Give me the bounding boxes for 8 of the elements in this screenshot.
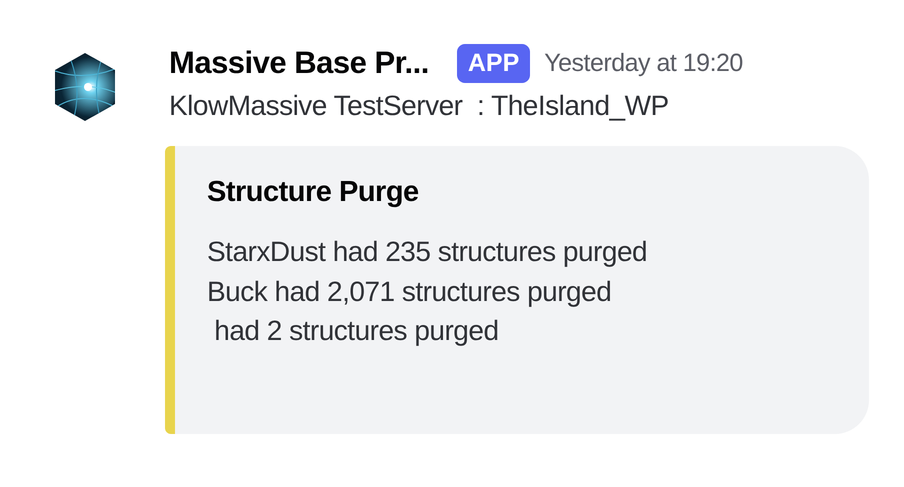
app-badge: APP — [456, 44, 530, 82]
message-text: KlowMassive TestServer : TheIsland_WP — [169, 90, 670, 122]
embed-line: had 2 structures purged — [213, 314, 500, 348]
embed-title: Structure Purge — [207, 176, 420, 209]
embed-line: Buck had 2,071 structures purged — [207, 274, 612, 308]
timestamp: Yesterday at 19:20 — [544, 48, 743, 78]
author-name[interactable]: Massive Base Pr... — [169, 45, 429, 81]
embed-line: StarxDust had 235 structures purged — [207, 235, 648, 269]
